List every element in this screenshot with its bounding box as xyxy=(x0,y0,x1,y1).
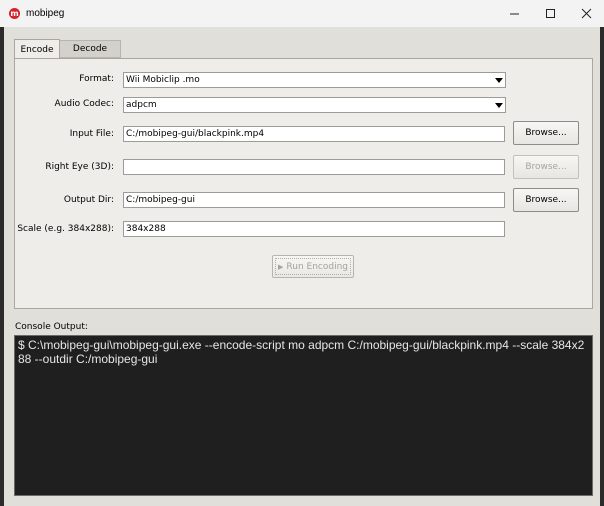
tab-encode[interactable]: Encode xyxy=(14,39,60,59)
mobipeg-logo-icon: m xyxy=(9,8,20,19)
output-dir-browse-button[interactable]: Browse... xyxy=(513,188,579,212)
tab-decode[interactable]: Decode xyxy=(60,40,121,58)
format-label: Format: xyxy=(79,74,114,84)
scale-field[interactable]: 384x288 xyxy=(123,221,505,237)
focus-ring xyxy=(275,258,351,275)
console-output-label: Console Output: xyxy=(15,322,88,332)
input-file-browse-button[interactable]: Browse... xyxy=(513,121,579,145)
output-dir-label: Output Dir: xyxy=(63,195,114,205)
chevron-down-icon[interactable] xyxy=(493,99,504,111)
window-border-right xyxy=(600,27,604,506)
scale-label: Scale (e.g. 384x288): xyxy=(17,224,114,234)
maximize-button[interactable] xyxy=(532,0,568,27)
audio-codec-label: Audio Codec: xyxy=(54,99,114,109)
format-select-value: Wii Mobiclip .mo xyxy=(126,75,200,85)
input-file-field[interactable]: C:/mobipeg-gui/blackpink.mp4 xyxy=(123,126,505,142)
console-output[interactable]: $ C:\mobipeg-gui\mobipeg-gui.exe --encod… xyxy=(14,335,593,496)
run-encoding-button[interactable]: ▶ Run Encoding xyxy=(272,255,354,278)
window-title: mobipeg xyxy=(26,8,65,19)
minimize-icon xyxy=(509,13,519,15)
close-button[interactable] xyxy=(568,0,604,27)
right-eye-label: Right Eye (3D): xyxy=(45,162,114,172)
format-select[interactable]: Wii Mobiclip .mo xyxy=(123,72,506,88)
audio-codec-select-value: adpcm xyxy=(126,100,157,110)
maximize-icon xyxy=(545,9,555,18)
input-file-label: Input File: xyxy=(69,129,114,139)
title-bar: m mobipeg xyxy=(0,0,604,27)
minimize-button[interactable] xyxy=(496,0,532,27)
audio-codec-select[interactable]: adpcm xyxy=(123,97,506,113)
output-dir-field[interactable]: C:/mobipeg-gui xyxy=(123,192,505,208)
right-eye-browse-button[interactable]: Browse... xyxy=(513,155,579,179)
chevron-down-icon[interactable] xyxy=(493,74,504,86)
close-icon xyxy=(581,8,591,19)
right-eye-field[interactable] xyxy=(123,159,505,175)
